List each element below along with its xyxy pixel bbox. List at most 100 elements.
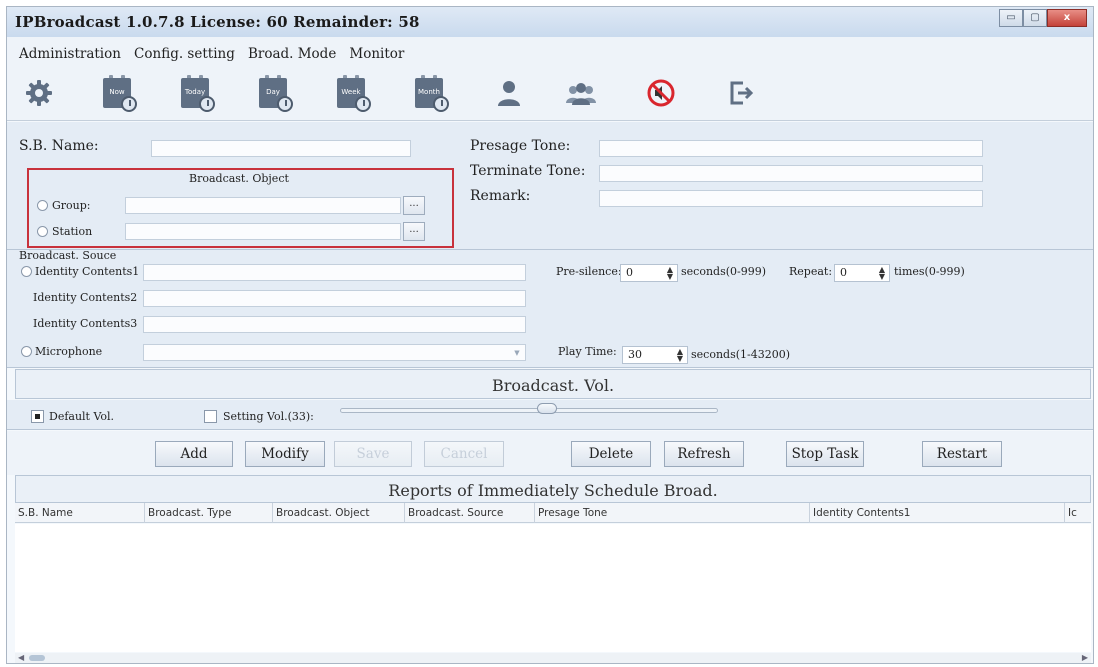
scrollbar-thumb[interactable] <box>29 655 45 661</box>
remark-label: Remark: <box>470 188 531 204</box>
close-button[interactable]: x <box>1047 9 1087 27</box>
group-radio[interactable] <box>37 200 48 211</box>
broadcast-now-button[interactable]: Now <box>99 73 139 113</box>
station-label: Station <box>52 225 93 238</box>
menu-bar: Administration Config. setting Broad. Mo… <box>7 37 1093 67</box>
column-sb-name[interactable]: S.B. Name <box>15 503 145 523</box>
calendar-day-icon: Day <box>257 74 293 112</box>
remark-input[interactable] <box>599 190 983 207</box>
microphone-label: Microphone <box>35 345 103 358</box>
user-icon <box>498 81 520 106</box>
calendar-now-icon: Now <box>101 74 137 112</box>
identity-contents3-input[interactable] <box>143 316 526 333</box>
horizontal-scrollbar[interactable]: ◀ ▶ <box>15 653 1091 663</box>
broadcast-form-panel: S.B. Name: Broadcast. Object Group: ... … <box>7 122 1093 250</box>
microphone-select[interactable] <box>143 344 526 361</box>
delete-button[interactable]: Delete <box>571 441 651 467</box>
repeat-stepper[interactable]: 0 ▲ ▼ <box>834 264 890 282</box>
column-broadcast-object[interactable]: Broadcast. Object <box>273 503 405 523</box>
maximize-button[interactable]: ▢ <box>1023 9 1047 27</box>
restart-button[interactable]: Restart <box>922 441 1002 467</box>
mute-speaker-icon <box>647 79 675 107</box>
minimize-button[interactable]: ▭ <box>999 9 1023 27</box>
pre-silence-stepper[interactable]: 0 ▲ ▼ <box>620 264 678 282</box>
settings-button[interactable] <box>19 73 59 113</box>
broadcast-week-button[interactable]: Week <box>333 73 373 113</box>
sb-name-input[interactable] <box>151 140 411 157</box>
setting-vol-checkbox[interactable] <box>204 410 217 423</box>
pre-silence-unit: seconds(0-999) <box>681 265 767 278</box>
user-button[interactable] <box>489 73 529 113</box>
add-button[interactable]: Add <box>155 441 233 467</box>
broadcast-source-panel: Broadcast. Souce Identity Contents1 Iden… <box>7 249 1093 368</box>
mute-button[interactable] <box>641 73 681 113</box>
reports-table-body[interactable] <box>15 524 1091 652</box>
gear-icon <box>26 80 52 106</box>
setting-vol-label: Setting Vol.(33): <box>223 410 314 423</box>
broadcast-source-title: Broadcast. Souce <box>19 249 117 262</box>
spin-arrows-icon[interactable]: ▲ ▼ <box>667 266 673 281</box>
pre-silence-value: 0 <box>626 266 633 279</box>
microphone-radio[interactable] <box>21 346 32 357</box>
terminate-tone-label: Terminate Tone: <box>470 163 586 179</box>
identity-contents2-input[interactable] <box>143 290 526 307</box>
station-browse-button[interactable]: ... <box>403 222 425 241</box>
scroll-left-icon[interactable]: ◀ <box>18 653 24 662</box>
user-group-button[interactable] <box>561 73 601 113</box>
toolbar: Now Today Day Week Month <box>7 67 1093 121</box>
identity-contents-radio[interactable] <box>21 266 32 277</box>
save-button[interactable]: Save <box>334 441 412 467</box>
menu-config-setting[interactable]: Config. setting <box>134 46 235 62</box>
play-time-label: Play Time: <box>558 345 617 358</box>
broadcast-day-button[interactable]: Day <box>255 73 295 113</box>
default-vol-checkbox[interactable] <box>31 410 44 423</box>
volume-header: Broadcast. Vol. <box>15 369 1091 399</box>
reports-table-header: S.B. Name Broadcast. Type Broadcast. Obj… <box>15 503 1091 523</box>
terminate-tone-input[interactable] <box>599 165 983 182</box>
column-identity-contents1[interactable]: Identity Contents1 <box>810 503 1065 523</box>
play-time-value: 30 <box>628 348 642 361</box>
exit-icon <box>730 81 754 105</box>
refresh-button[interactable]: Refresh <box>664 441 744 467</box>
action-button-bar: Add Modify Save Cancel Delete Refresh St… <box>7 431 1093 475</box>
exit-button[interactable] <box>721 73 761 113</box>
reports-header: Reports of Immediately Schedule Broad. <box>15 475 1091 503</box>
calendar-month-icon: Month <box>413 74 449 112</box>
broadcast-object-label: Broadcast. Object <box>189 172 289 185</box>
spin-arrows-icon[interactable]: ▲ ▼ <box>879 266 885 281</box>
calendar-week-icon: Week <box>335 74 371 112</box>
identity-contents2-label: Identity Contents2 <box>33 291 138 304</box>
column-presage-tone[interactable]: Presage Tone <box>535 503 810 523</box>
identity-contents1-input[interactable] <box>143 264 526 281</box>
modify-button[interactable]: Modify <box>245 441 325 467</box>
cancel-button[interactable]: Cancel <box>424 441 504 467</box>
broadcast-month-button[interactable]: Month <box>411 73 451 113</box>
play-time-stepper[interactable]: 30 ▲ ▼ <box>622 346 688 364</box>
repeat-label: Repeat: <box>789 265 833 278</box>
presage-tone-input[interactable] <box>599 140 983 157</box>
spin-arrows-icon[interactable]: ▲ ▼ <box>677 348 683 363</box>
menu-administration[interactable]: Administration <box>19 46 121 62</box>
title-bar: IPBroadcast 1.0.7.8 License: 60 Remainde… <box>7 7 1093 37</box>
volume-title: Broadcast. Vol. <box>491 376 615 395</box>
column-broadcast-source[interactable]: Broadcast. Source <box>405 503 535 523</box>
identity-contents1-label: Identity Contents1 <box>35 265 140 278</box>
station-input[interactable] <box>125 223 401 240</box>
group-label: Group: <box>52 199 91 212</box>
chevron-down-icon[interactable]: ▼ <box>510 345 524 361</box>
station-radio[interactable] <box>37 226 48 237</box>
column-broadcast-type[interactable]: Broadcast. Type <box>145 503 273 523</box>
broadcast-today-button[interactable]: Today <box>177 73 217 113</box>
calendar-today-icon: Today <box>179 74 215 112</box>
column-identity-contents2[interactable]: Ic <box>1065 503 1091 523</box>
menu-monitor[interactable]: Monitor <box>349 46 404 62</box>
stop-task-button[interactable]: Stop Task <box>786 441 864 467</box>
menu-broad-mode[interactable]: Broad. Mode <box>248 46 336 62</box>
volume-slider-thumb[interactable] <box>537 403 557 414</box>
app-window: IPBroadcast 1.0.7.8 License: 60 Remainde… <box>6 6 1094 664</box>
volume-slider-track[interactable] <box>340 408 718 413</box>
group-browse-button[interactable]: ... <box>403 196 425 215</box>
group-input[interactable] <box>125 197 401 214</box>
scroll-right-icon[interactable]: ▶ <box>1082 653 1088 662</box>
default-vol-label: Default Vol. <box>49 410 115 423</box>
